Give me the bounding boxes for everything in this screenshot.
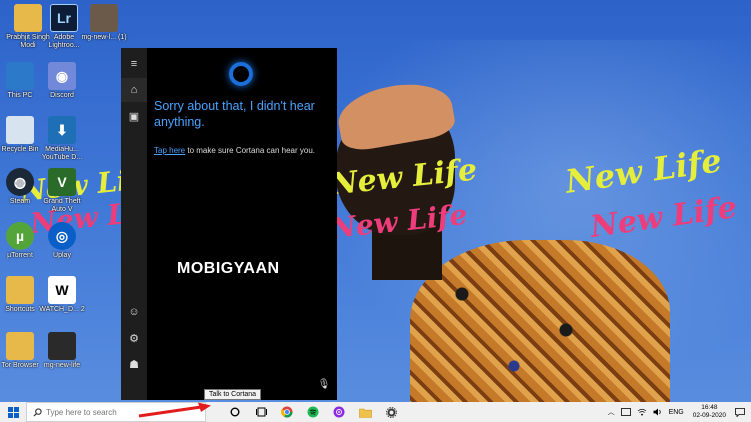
chevron-up-icon: ︿: [607, 409, 615, 416]
system-tray: ︿ ENG 16:48 02-09-2020: [605, 402, 751, 422]
taskbar: ︿ ENG 16:48 02-09-2020: [0, 402, 751, 422]
search-icon: [33, 407, 42, 417]
image-file-icon: [90, 4, 118, 32]
notification-icon: [735, 407, 745, 417]
desktop-icon-label: MediaHu... YouTube D...: [41, 146, 83, 161]
language-indicator[interactable]: ENG: [666, 409, 687, 416]
desktop-icon-gta-v[interactable]: V Grand Theft Auto V: [36, 168, 88, 214]
steam-icon: ◍: [6, 168, 34, 196]
microphone-icon[interactable]: 🎙: [317, 376, 331, 392]
cortana-circle-icon: [230, 407, 240, 417]
gta-icon: V: [48, 168, 76, 196]
desktop-icon-mediahuman[interactable]: ⬇ MediaHu... YouTube D...: [36, 116, 88, 162]
hamburger-menu-icon[interactable]: ≡: [121, 52, 147, 76]
chrome-icon: [281, 406, 293, 418]
spotify-icon: [307, 406, 319, 418]
desktop-icon-label: Discord: [50, 92, 74, 99]
desktop-icon-label: WATCH_D... 2: [39, 306, 85, 313]
chrome-taskbar-button[interactable]: [274, 402, 300, 422]
action-center-button[interactable]: [732, 407, 751, 417]
feedback-icon[interactable]: ☗: [121, 352, 147, 376]
file-explorer-taskbar-button[interactable]: [352, 402, 378, 422]
settings-taskbar-button[interactable]: [378, 402, 404, 422]
utorrent-icon: µ: [6, 222, 34, 250]
desktop-icon-label: mg-new-l... (1): [81, 34, 127, 41]
windows-logo-icon: [7, 406, 19, 418]
desktop-icon-label: Uplay: [53, 252, 71, 259]
desktop-icon-discord[interactable]: ◉ Discord: [36, 62, 88, 100]
tap-here-link[interactable]: Tap here: [154, 146, 185, 155]
cortana-panel: ≡ ⌂ ▣ ☺ ⚙ ☗ Sorry about that, I didn't h…: [121, 48, 337, 400]
desktop-icon-mg-new-life[interactable]: mg-new-life: [36, 332, 88, 370]
start-button[interactable]: [0, 402, 26, 422]
desktop-icon-label: mg-new-life: [43, 362, 81, 369]
cortana-message: Sorry about that, I didn't hear anything…: [154, 99, 315, 129]
cortana-logo-icon: [229, 62, 253, 86]
wifi-icon: [637, 408, 646, 416]
podcast-taskbar-button[interactable]: [326, 402, 352, 422]
download-icon: ⬇: [48, 116, 76, 144]
image-file-icon: [48, 332, 76, 360]
folder-icon: [6, 332, 34, 360]
wifi-button[interactable]: [634, 408, 650, 416]
spotify-taskbar-button[interactable]: [300, 402, 326, 422]
notebook-icon[interactable]: ▣: [121, 104, 147, 128]
uplay-icon: ◎: [48, 222, 76, 250]
cortana-hint: Tap here to make sure Cortana can hear y…: [154, 146, 334, 155]
cortana-hint-text: to make sure Cortana can hear you.: [185, 146, 315, 155]
red-arrow-annotation: [138, 402, 211, 418]
cortana-button[interactable]: [222, 402, 248, 422]
discord-icon: ◉: [48, 62, 76, 90]
computer-icon: [6, 62, 34, 90]
home-icon[interactable]: ⌂: [121, 78, 147, 102]
volume-button[interactable]: [650, 408, 666, 416]
wallpaper-person-shirt: [410, 240, 670, 402]
folder-icon: [6, 276, 34, 304]
recycle-bin-icon: [6, 116, 34, 144]
task-view-button[interactable]: [248, 402, 274, 422]
cortana-sidebar: ≡ ⌂ ▣ ☺ ⚙ ☗: [121, 48, 147, 400]
desktop-icon-mg-new-life-1[interactable]: mg-new-l... (1): [78, 4, 130, 42]
clock-date: 02-09-2020: [692, 412, 726, 419]
show-hidden-icons-button[interactable]: ︿: [605, 407, 618, 417]
podcast-icon: [333, 406, 345, 418]
folder-icon: [358, 408, 372, 418]
tray-app-icon: [620, 408, 631, 416]
watch-dogs-icon: W: [48, 276, 76, 304]
desktop-icon-uplay[interactable]: ◎ Uplay: [36, 222, 88, 260]
tray-app-button[interactable]: [618, 408, 634, 416]
taskbar-clock[interactable]: 16:48 02-09-2020: [687, 404, 732, 420]
lightroom-icon: Lr: [50, 4, 78, 32]
gear-icon: [385, 406, 397, 418]
clock-time: 16:48: [701, 404, 718, 411]
desktop-wallpaper: New Life New Life New Life New Life New …: [0, 0, 751, 402]
task-view-icon: [255, 407, 267, 417]
settings-icon[interactable]: ⚙: [121, 326, 147, 350]
desktop-icon-watch-dogs-2[interactable]: W WATCH_D... 2: [36, 276, 88, 314]
desktop-icon-label: Grand Theft Auto V: [43, 198, 81, 213]
talk-to-cortana-tooltip: Talk to Cortana: [204, 389, 262, 400]
account-icon[interactable]: ☺: [121, 300, 147, 324]
mobigyaan-watermark: MOBIGYAAN: [177, 260, 280, 277]
volume-icon: [653, 408, 661, 416]
